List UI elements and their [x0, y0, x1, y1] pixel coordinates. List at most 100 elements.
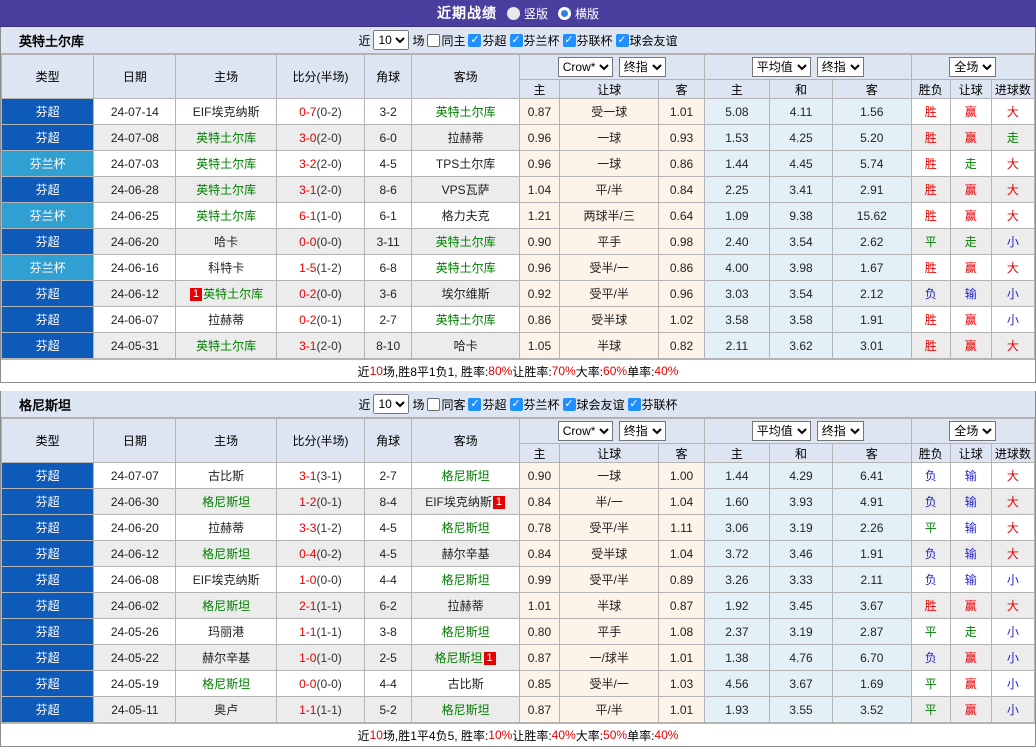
result-goals: 大	[990, 514, 1036, 541]
radio-unselected-icon[interactable]	[506, 6, 520, 20]
home-team: EIF埃克纳斯	[175, 566, 277, 593]
odds-handicap: 半球	[558, 332, 660, 359]
odds-away: 0.89	[658, 566, 705, 593]
avg-odds-home: 1.93	[703, 696, 771, 723]
odds-home: 0.99	[518, 566, 560, 593]
fulltime-score: 3-1	[299, 468, 317, 483]
full-match-select[interactable]: 全场	[949, 57, 997, 77]
halftime-score: (1-2)	[316, 520, 342, 535]
radio-selected-icon[interactable]	[558, 6, 571, 20]
fulltime-score: 3-0	[299, 130, 317, 145]
final-odds-select-2[interactable]: 终指	[816, 421, 864, 441]
match-score: 3-2(2-0)	[275, 150, 366, 177]
league-filter-2[interactable]: 芬兰杯	[509, 32, 560, 49]
away-team-name: 英特土尔库	[435, 235, 496, 249]
match-date: 24-07-07	[93, 462, 177, 489]
halftime-score: (2-0)	[316, 182, 342, 197]
avg-odds-home: 4.00	[703, 254, 771, 281]
checkbox-checked-icon[interactable]	[509, 33, 523, 47]
sub-col-avg-away: 客	[831, 79, 912, 99]
result-handicap: 赢	[949, 306, 992, 333]
table-row: 芬超 24-06-20 拉赫蒂 3-3(1-2) 4-5 格尼斯坦 0.78 受平/半 1.11…	[0, 514, 1036, 541]
odds-handicap: 一/球半	[558, 644, 660, 671]
summary-stat-value: 40%	[654, 728, 679, 742]
away-team: 格力夫克	[411, 202, 520, 229]
fulltime-score: 1-0	[299, 650, 317, 665]
home-team: 格尼斯坦	[175, 592, 277, 619]
final-odds-select[interactable]: 终指	[618, 421, 666, 441]
checkbox-checked-icon[interactable]	[615, 33, 629, 47]
horizontal-layout-radio[interactable]: 横版	[558, 5, 599, 22]
checkbox-checked-icon[interactable]	[627, 397, 641, 411]
league-filter-3[interactable]: 球会友谊	[562, 396, 625, 413]
vertical-layout-radio[interactable]: 竖版	[506, 5, 548, 22]
checkbox-checked-icon[interactable]	[562, 33, 576, 47]
average-select[interactable]: 平均值	[751, 57, 811, 77]
league-filter-3[interactable]: 芬联杯	[562, 32, 613, 49]
league-badge: 芬超	[0, 124, 95, 151]
bookmaker-group: Crow* 终指	[518, 418, 705, 444]
odds-home: 0.84	[518, 488, 560, 515]
result-handicap: 赢	[949, 98, 992, 125]
away-team-name: 拉赫蒂	[447, 599, 484, 613]
bookmaker-select[interactable]: Crow*	[557, 57, 613, 77]
corner-score: 6-8	[364, 254, 413, 281]
avg-odds-away: 15.62	[831, 202, 912, 229]
final-odds-select[interactable]: 终指	[618, 57, 666, 77]
away-team: 格尼斯坦	[411, 696, 520, 723]
match-score: 1-0(0-0)	[275, 566, 366, 593]
checkbox-unchecked-icon[interactable]	[427, 397, 441, 411]
away-team-name: 哈卡	[453, 339, 478, 353]
away-team-name: 赫尔辛基	[441, 547, 490, 561]
table-row: 芬超 24-07-07 古比斯 3-1(3-1) 2-7 格尼斯坦 0.90 一球 1.00 1.…	[0, 462, 1036, 489]
match-date: 24-06-12	[93, 280, 177, 307]
odds-home: 0.87	[518, 696, 560, 723]
checkbox-checked-icon[interactable]	[562, 397, 576, 411]
result-handicap: 赢	[949, 670, 992, 697]
same-venue-filter[interactable]: 同客	[427, 396, 465, 413]
league-filter-1[interactable]: 芬超	[468, 396, 507, 413]
checkbox-checked-icon[interactable]	[509, 397, 523, 411]
checkbox-unchecked-icon[interactable]	[427, 33, 441, 47]
league-filter-4[interactable]: 芬联杯	[627, 396, 678, 413]
same-venue-filter[interactable]: 同主	[427, 32, 465, 49]
league-filter-4[interactable]: 球会友谊	[615, 32, 678, 49]
bookmaker-select[interactable]: Crow*	[557, 421, 613, 441]
summary-text: 近	[357, 728, 370, 743]
odds-away: 0.64	[658, 202, 705, 229]
corner-score: 8-6	[364, 176, 413, 203]
match-score: 2-1(1-1)	[275, 592, 366, 619]
home-team-name: 英特土尔库	[196, 183, 257, 197]
league-badge: 芬超	[0, 280, 95, 307]
checkbox-checked-icon[interactable]	[468, 397, 482, 411]
match-score: 6-1(1-0)	[275, 202, 366, 229]
result-handicap: 输	[949, 540, 992, 567]
away-team-name: 拉赫蒂	[447, 131, 484, 145]
halftime-score: (1-0)	[316, 650, 342, 665]
match-date: 24-06-02	[93, 592, 177, 619]
checkbox-checked-icon[interactable]	[468, 33, 482, 47]
fulltime-score: 0-0	[299, 234, 317, 249]
full-match-select[interactable]: 全场	[949, 421, 997, 441]
result-goals: 大	[990, 202, 1036, 229]
sub-col-avg-draw: 和	[769, 443, 833, 463]
recent-count-select[interactable]: 10	[373, 394, 410, 414]
result-goals: 小	[990, 228, 1036, 255]
avg-odds-away: 5.74	[831, 150, 912, 177]
match-date: 24-06-07	[93, 306, 177, 333]
fulltime-score: 0-7	[299, 104, 317, 119]
away-team-name: 格尼斯坦	[434, 651, 483, 665]
avg-odds-draw: 3.62	[769, 332, 833, 359]
league-filter-2[interactable]: 芬兰杯	[509, 396, 560, 413]
result-goals: 大	[990, 150, 1036, 177]
result-goals: 大	[990, 592, 1036, 619]
recent-count-select[interactable]: 10	[373, 30, 410, 50]
fulltime-score: 0-2	[299, 286, 317, 301]
final-odds-select-2[interactable]: 终指	[816, 57, 864, 77]
bookmaker-group: Crow* 终指	[518, 54, 705, 80]
average-select[interactable]: 平均值	[751, 421, 811, 441]
league-filter-1[interactable]: 芬超	[468, 32, 507, 49]
table-row: 芬超 24-05-26 玛丽港 1-1(1-1) 3-8 格尼斯坦 0.80 平手 1.08 2.…	[0, 618, 1036, 645]
home-team: 科特卡	[175, 254, 277, 281]
sub-col-avg-home: 主	[703, 443, 771, 463]
